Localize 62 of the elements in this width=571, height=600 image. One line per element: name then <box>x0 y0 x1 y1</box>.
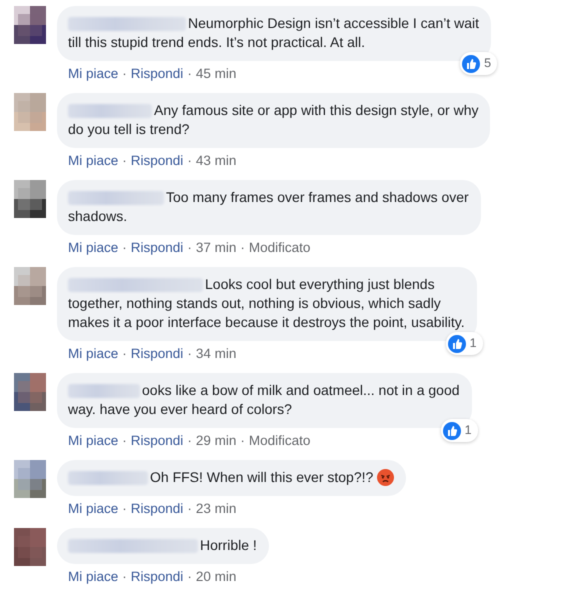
comment-text: Looks cool but everything just blends <box>205 275 435 294</box>
thumbs-up-icon <box>448 334 466 352</box>
comment-time: 34 min <box>196 346 236 361</box>
reaction-count: 1 <box>464 422 472 439</box>
separator-dot: · <box>187 346 192 361</box>
blurred-name <box>68 384 140 398</box>
thumbs-up-icon <box>442 422 461 440</box>
like-link[interactable]: Mi piace <box>68 569 118 584</box>
comment-text: Horrible ! <box>200 536 257 555</box>
separator-dot: · <box>122 433 127 448</box>
separator-dot: · <box>187 501 192 516</box>
reaction-badge[interactable]: 1 <box>440 419 478 442</box>
like-link[interactable]: Mi piace <box>68 346 118 361</box>
reaction-badge[interactable]: 1 <box>446 332 483 355</box>
reply-link[interactable]: Rispondi <box>130 501 184 516</box>
reply-link[interactable]: Rispondi <box>130 66 184 81</box>
like-link[interactable]: Mi piace <box>68 153 118 168</box>
comment-text: shadows. <box>68 207 128 226</box>
comment-text: Too many frames over frames and shadows over <box>166 188 469 207</box>
reaction-count: 5 <box>484 55 492 72</box>
comment-text: Any famous site or app with this design style, or why <box>154 101 478 120</box>
edited-label: Modificato <box>248 433 310 448</box>
like-link[interactable]: Mi piace <box>68 433 118 448</box>
like-link[interactable]: Mi piace <box>68 66 118 81</box>
reaction-badge[interactable]: 5 <box>460 52 498 75</box>
comment-text: till this stupid trend ends. It’s not practical. At all. <box>68 33 366 52</box>
separator-dot: · <box>240 433 245 448</box>
separator-dot: · <box>122 501 127 516</box>
separator-dot: · <box>122 569 127 584</box>
separator-dot: · <box>122 66 127 81</box>
reply-link[interactable]: Rispondi <box>130 346 184 361</box>
comment-time: 43 min <box>196 153 236 168</box>
separator-dot: · <box>122 240 127 255</box>
reaction-count: 1 <box>470 335 477 352</box>
separator-dot: · <box>122 153 127 168</box>
separator-dot: · <box>240 240 245 255</box>
separator-dot: · <box>187 66 192 81</box>
comment-text: do you tell is trend? <box>68 120 190 139</box>
comment-time: 23 min <box>196 501 236 516</box>
separator-dot: · <box>187 433 192 448</box>
separator-dot: · <box>187 240 192 255</box>
comment-time: 37 min <box>196 240 236 255</box>
comment-text: ooks like a bow of milk and oatmeel... not in a good <box>142 381 460 400</box>
reply-link[interactable]: Rispondi <box>130 569 184 584</box>
like-link[interactable]: Mi piace <box>68 240 118 255</box>
separator-dot: · <box>122 346 127 361</box>
separator-dot: · <box>187 569 192 584</box>
thumbs-up-icon <box>462 54 480 72</box>
comment-time: 45 min <box>196 66 236 81</box>
comment-time: 20 min <box>196 569 236 584</box>
reply-link[interactable]: Rispondi <box>130 433 184 448</box>
comment-text: way. have you ever heard of colors? <box>68 400 292 419</box>
edited-label: Modificato <box>248 240 310 255</box>
comment-text: together, nothing stands out, nothing is obvious, which sadly <box>68 294 441 313</box>
comment-text: makes it a poor interface because it destroys the point, usability. <box>68 313 465 332</box>
comment-text: Neumorphic Design isn’t accessible I can’t wait <box>188 14 480 33</box>
like-link[interactable]: Mi piace <box>68 501 118 516</box>
separator-dot: · <box>187 153 192 168</box>
reply-link[interactable]: Rispondi <box>130 240 184 255</box>
reply-link[interactable]: Rispondi <box>130 153 184 168</box>
comment-text: Oh FFS! When will this ever stop?!? <box>150 468 374 487</box>
comment-time: 29 min <box>196 433 236 448</box>
